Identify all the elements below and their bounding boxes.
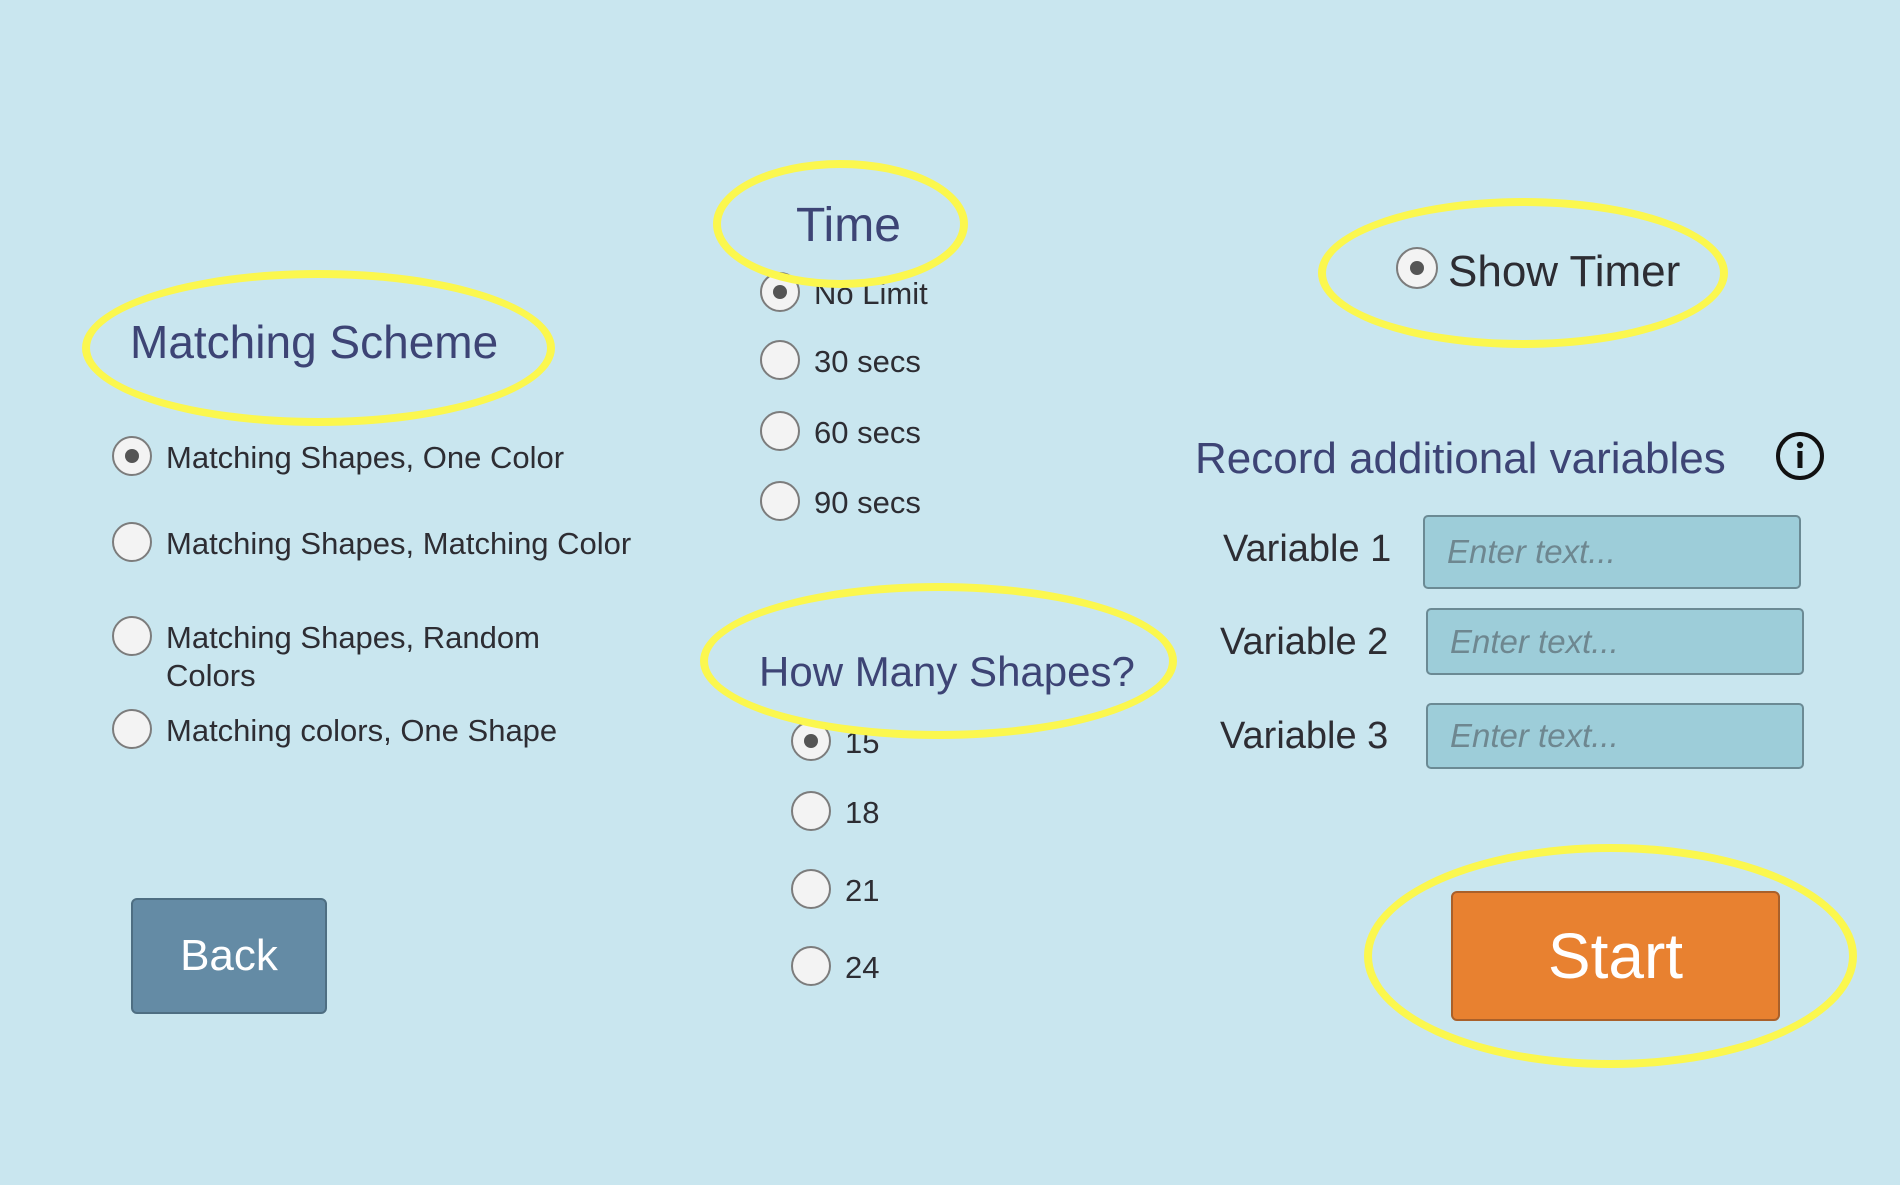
matching-scheme-option-3[interactable]: Matching Shapes, Random Colors [112, 616, 672, 700]
matching-scheme-option-2[interactable]: Matching Shapes, Matching Color [112, 522, 672, 568]
radio-label: 60 secs [814, 415, 921, 450]
time-option-60-secs[interactable]: 60 secs [760, 411, 1020, 457]
radio-label: Matching Shapes, Random Colors [166, 620, 540, 693]
radio-label: Matching Shapes, Matching Color [166, 526, 632, 561]
shapes-option-18[interactable]: 18 [791, 791, 971, 837]
radio-selected-dot [1410, 261, 1424, 275]
shapes-option-15[interactable]: 15 [791, 721, 971, 767]
radio-selected-dot [125, 449, 139, 463]
show-timer-toggle[interactable]: Show Timer [1396, 247, 1696, 297]
radio-button[interactable] [112, 709, 152, 749]
info-icon[interactable] [1775, 431, 1825, 481]
radio-button[interactable] [791, 721, 831, 761]
show-timer-label: Show Timer [1448, 247, 1681, 296]
radio-label: 18 [845, 795, 880, 830]
radio-button[interactable] [791, 791, 831, 831]
radio-button[interactable] [112, 616, 152, 656]
radio-label: No Limit [814, 276, 928, 311]
radio-label: Matching colors, One Shape [166, 713, 558, 748]
radio-label: 90 secs [814, 485, 921, 520]
time-title: Time [796, 199, 901, 252]
radio-button[interactable] [112, 522, 152, 562]
radio-label: 24 [845, 950, 880, 985]
variable-3-label: Variable 3 [1220, 715, 1389, 757]
radio-button[interactable] [760, 340, 800, 380]
radio-button[interactable] [760, 272, 800, 312]
shapes-option-24[interactable]: 24 [791, 946, 971, 992]
radio-label: 30 secs [814, 344, 921, 379]
variable-3-input[interactable] [1426, 703, 1804, 769]
radio-label: Matching Shapes, One Color [166, 440, 565, 475]
variable-1-input[interactable] [1423, 515, 1801, 589]
back-button[interactable]: Back [131, 898, 327, 1014]
radio-label: 21 [845, 873, 880, 908]
radio-button[interactable] [760, 411, 800, 451]
shapes-option-21[interactable]: 21 [791, 869, 971, 915]
variable-2-label: Variable 2 [1220, 621, 1389, 663]
variable-1-label: Variable 1 [1223, 528, 1392, 570]
time-option-90-secs[interactable]: 90 secs [760, 481, 1020, 527]
variable-2-input[interactable] [1426, 608, 1804, 675]
radio-button[interactable] [791, 946, 831, 986]
radio-button[interactable] [112, 436, 152, 476]
variables-title: Record additional variables [1195, 434, 1726, 483]
start-button[interactable]: Start [1451, 891, 1780, 1021]
time-option-no-limit[interactable]: No Limit [760, 272, 1020, 318]
radio-label: 15 [845, 725, 880, 760]
radio-button[interactable] [1396, 247, 1438, 289]
shapes-title: How Many Shapes? [759, 648, 1135, 695]
matching-scheme-title: Matching Scheme [130, 316, 499, 368]
radio-selected-dot [773, 285, 787, 299]
radio-button[interactable] [760, 481, 800, 521]
matching-scheme-option-1[interactable]: Matching Shapes, One Color [112, 436, 672, 482]
time-option-30-secs[interactable]: 30 secs [760, 340, 1020, 386]
radio-selected-dot [804, 734, 818, 748]
radio-button[interactable] [791, 869, 831, 909]
matching-scheme-option-4[interactable]: Matching colors, One Shape [112, 709, 672, 755]
